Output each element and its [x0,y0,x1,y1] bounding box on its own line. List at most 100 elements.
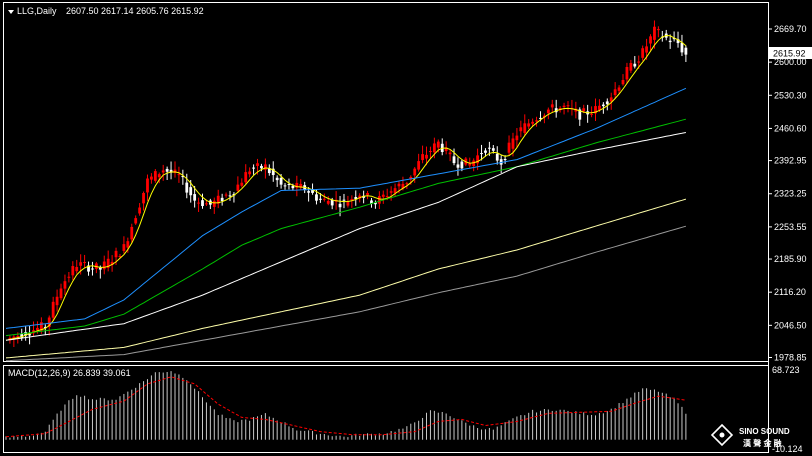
candle [633,56,637,69]
candle [142,191,145,211]
ma-300-line [5,225,687,362]
candle [299,179,303,190]
price-tick-label: 1978.85 [774,353,807,363]
candle-body [417,161,421,170]
candle [181,169,185,185]
candle-body [59,288,63,299]
collapse-triangle-icon[interactable] [8,10,14,14]
candle-body [436,141,440,148]
candle-body [122,244,126,251]
candle-body [421,154,424,161]
candle-body [605,101,609,105]
candle [389,186,393,201]
candle-body [197,202,200,204]
candle-body [63,281,67,289]
macd-panel-frame [3,365,769,453]
candle [216,189,220,209]
candle-body [397,183,401,187]
candle-body [177,174,181,176]
candle-body [252,167,255,169]
candle [224,192,228,198]
candle-body [212,200,216,207]
candle-body [228,195,232,197]
candle-body [150,176,153,180]
candle-body [484,150,487,153]
candle-body [385,196,389,198]
candle-body [613,89,617,96]
candle-body [51,301,55,318]
candle [197,197,200,212]
price-tick-label: 2392.95 [774,156,807,166]
candle [649,34,652,51]
ma-fast-line [5,34,687,341]
candle-body [381,194,385,197]
macd-indicator [5,371,687,440]
candle [212,197,216,214]
candle-body [157,174,161,178]
candle [271,161,275,182]
candle [275,175,279,187]
price-tick-label: 2530.30 [774,90,807,100]
candle [641,45,645,61]
candle-body [220,197,224,202]
price-tick-label: 2046.50 [774,320,807,330]
candle-body [649,36,652,44]
ma-100-line [5,132,687,341]
candle-body [260,165,263,169]
candle-body [240,182,244,186]
candle-body [350,199,354,201]
candle [134,215,138,225]
candle [150,173,153,184]
candle-body [566,105,570,107]
candle-body [590,113,593,115]
candle-body [621,79,625,85]
candle [590,106,593,118]
candle-body [653,26,656,40]
candle [621,74,625,86]
price-tick-label: 2669.70 [774,24,807,34]
candle [94,261,98,274]
candle [684,45,688,62]
watermark-brand: SINO SOUND [739,427,790,436]
candle-body [511,138,515,149]
candle [283,183,287,190]
candle-body [315,194,318,201]
candle-body [668,40,672,43]
candle-body [130,226,134,240]
candle [138,203,142,216]
price-axis: 2669.702600.002530.302460.602392.952323.… [768,24,807,363]
candle [87,261,90,276]
logo-dot [719,432,725,438]
candle-body [480,153,483,155]
candle [421,145,424,164]
candle [102,255,106,275]
watermark-cn: 漢 聲 金 融 [743,438,782,448]
candle [507,135,511,156]
candle-body [429,151,432,153]
candle [672,31,676,42]
candle [161,164,165,181]
candle [680,34,684,57]
candle-body [201,200,204,207]
candle [106,250,110,272]
candle-body [263,164,267,170]
candle-body [432,143,436,153]
candle-body [16,335,20,337]
symbol-label: LLG,Daily [17,6,57,16]
candle [566,101,570,113]
candle-body [291,185,295,189]
candle-body [114,250,118,258]
candle [594,98,597,121]
candle-body [550,104,554,108]
candle-body [275,177,279,181]
candle-body [91,268,94,270]
candle-body [248,171,252,175]
candle-body [637,61,641,63]
candle [550,99,554,113]
candle-body [527,123,531,127]
ohlc-values: 2607.50 2617.14 2605.76 2615.92 [66,6,204,16]
candle-body [405,183,409,185]
candle [59,283,63,301]
candle [12,334,16,348]
ma-mid-line [5,87,687,329]
